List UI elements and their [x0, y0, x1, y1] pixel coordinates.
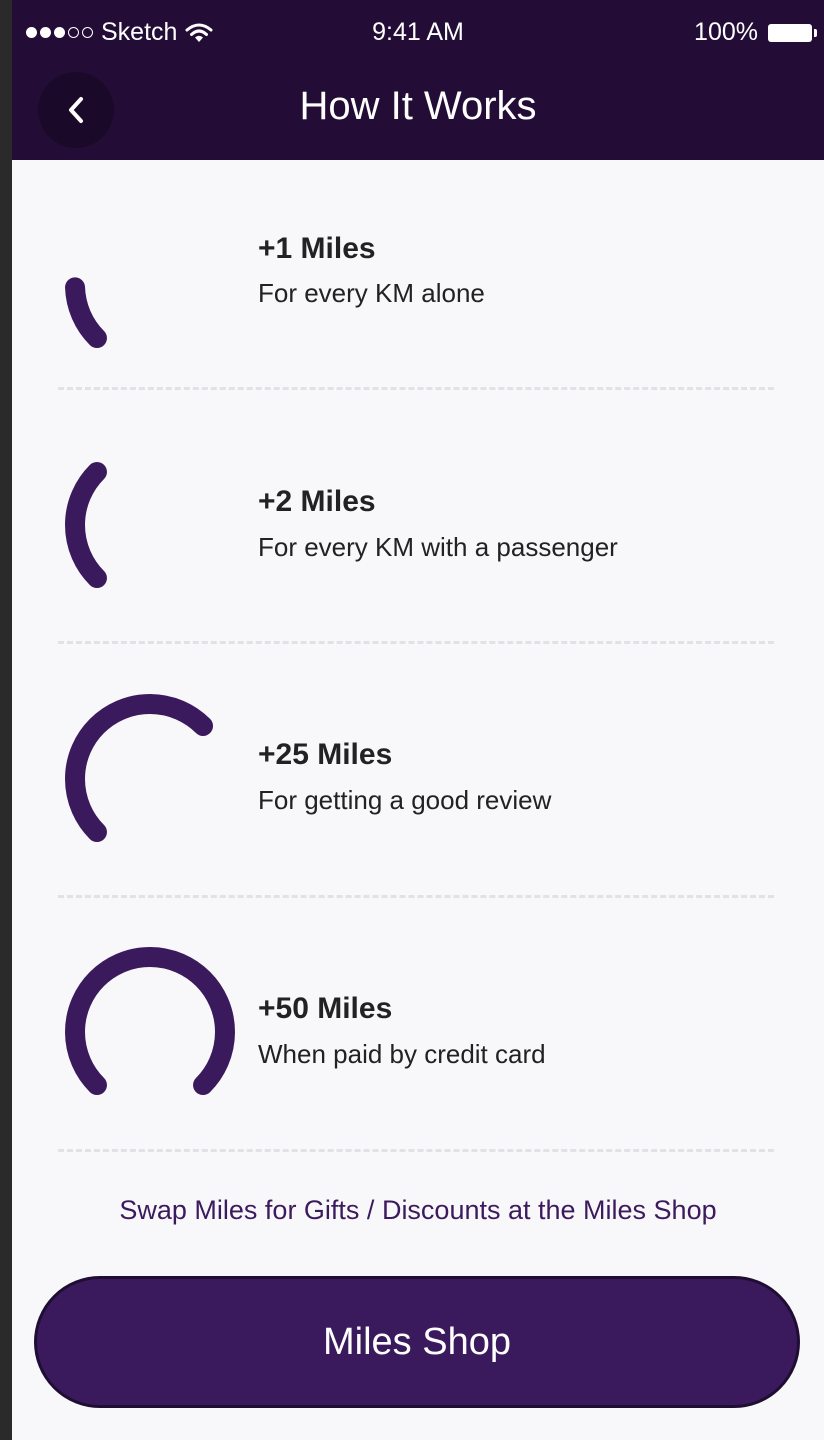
reward-description: For every KM with a passenger	[258, 532, 618, 562]
reward-description: For every KM alone	[258, 278, 485, 308]
reward-title: +50 Miles	[258, 992, 393, 1025]
reward-title: +1 Miles	[258, 232, 376, 265]
progress-arc-icon	[65, 461, 107, 589]
reward-description: When paid by credit card	[258, 1039, 546, 1069]
divider	[58, 1149, 774, 1152]
battery-percent: 100%	[694, 18, 758, 46]
divider	[58, 641, 774, 644]
device-frame-edge	[0, 0, 12, 1440]
progress-arc-stroke	[65, 277, 107, 349]
battery-icon	[768, 23, 817, 42]
header: Sketch 9:41 AM 100% How It Works	[12, 0, 824, 160]
battery-status: 100%	[694, 18, 817, 47]
divider	[58, 387, 774, 390]
reward-description: For getting a good review	[258, 785, 552, 815]
page-title: How It Works	[299, 84, 537, 128]
miles-shop-button[interactable]: Miles Shop	[34, 1276, 800, 1408]
progress-arc-icon	[65, 277, 107, 349]
reward-title: +2 Miles	[258, 485, 376, 518]
reward-title: +25 Miles	[258, 738, 393, 771]
app-screen: Sketch 9:41 AM 100% How It Works +1 Mile…	[12, 0, 824, 1440]
progress-arc-stroke	[65, 694, 214, 843]
divider	[58, 895, 774, 898]
status-bar: Sketch 9:41 AM 100%	[12, 0, 824, 64]
progress-arc-stroke	[65, 461, 107, 589]
promo-text: Swap Miles for Gifts / Discounts at the …	[119, 1195, 717, 1225]
progress-arc-stroke	[65, 947, 235, 1096]
progress-arc-icon	[65, 694, 214, 843]
progress-arc-icon	[65, 947, 235, 1096]
